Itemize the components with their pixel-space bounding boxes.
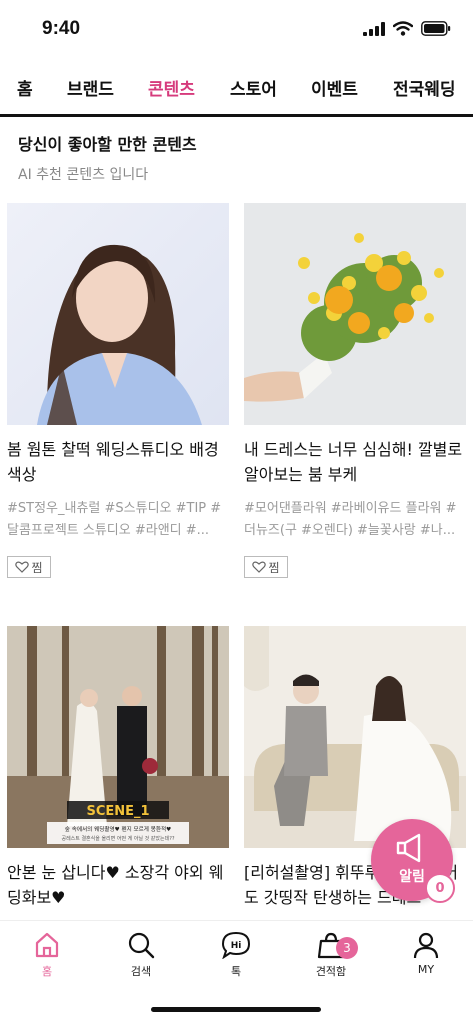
content-card[interactable]: 봄 웜톤 찰떡 웨딩스튜디오 배경 색상 #ST정우_내츄럴 #S스튜디오 #T… bbox=[7, 203, 229, 578]
quote-count-badge: 3 bbox=[336, 937, 358, 959]
card-tags: #모어댄플라워 #라베이유드 플라워 #더뉴즈(구 #오렌다) #늘꽃사랑 #나… bbox=[244, 501, 457, 538]
nav-talk[interactable]: Hi 톡 bbox=[201, 931, 271, 979]
tab-event[interactable]: 이벤트 bbox=[311, 75, 358, 100]
card-image-bouquet[interactable] bbox=[244, 203, 466, 425]
nav-search-label: 검색 bbox=[130, 965, 152, 978]
scene-caption-line-1: 숲 속에서의 웨딩촬영♥ 펜지 모르게 몽환적♥ bbox=[65, 825, 171, 833]
chat-icon-text: Hi bbox=[231, 941, 242, 951]
nav-talk-label: 톡 bbox=[230, 965, 242, 978]
category-tabs: 홈 브랜드 콘텐츠 스토어 이벤트 전국웨딩 bbox=[0, 60, 473, 117]
search-icon bbox=[128, 932, 155, 959]
card-tags: #ST정우_내츄럴 #S스튜디오 #TIP #달콤프로젝트 스튜디오 #라앤디 … bbox=[7, 501, 222, 538]
heart-icon bbox=[252, 561, 267, 573]
zzim-label: 찜 bbox=[31, 560, 43, 575]
tab-nationwide-wedding[interactable]: 전국웨딩 bbox=[393, 75, 456, 100]
card-image-outdoor-wedding[interactable]: SCENE_1 숲 속에서의 웨딩촬영♥ 펜지 모르게 몽환적♥ 공레스트 결혼… bbox=[7, 626, 229, 848]
card-image-rehearsal[interactable] bbox=[244, 626, 466, 848]
rehearsal-illustration bbox=[244, 626, 466, 848]
notification-badge: 0 bbox=[425, 873, 455, 903]
nav-search[interactable]: 검색 bbox=[106, 931, 176, 979]
card-title[interactable]: 내 드레스는 너무 심심해! 깔별로 알아보는 붐 부케 bbox=[244, 437, 466, 487]
scene-caption-line-2: 공레스트 결혼식을 올리면 어떤 게 아닐 것 같았는데?? bbox=[61, 835, 174, 842]
megaphone-icon bbox=[396, 833, 421, 863]
nav-quote-box[interactable]: 견적함 3 bbox=[296, 931, 366, 979]
section-title: 당신이 좋아할 만한 콘텐츠 bbox=[18, 135, 197, 154]
nav-my[interactable]: MY bbox=[391, 931, 461, 976]
zzim-label: 찜 bbox=[268, 560, 280, 575]
wifi-icon bbox=[393, 21, 413, 36]
nav-home-label: 홈 bbox=[41, 965, 53, 978]
card-title[interactable]: 안본 눈 삽니다♥ 소장각 야외 웨딩화보♥ bbox=[7, 860, 229, 910]
heart-icon bbox=[15, 561, 30, 573]
content-card[interactable]: 내 드레스는 너무 심심해! 깔별로 알아보는 붐 부케 #모어댄플라워 #라베… bbox=[244, 203, 466, 578]
status-time: 9:40 bbox=[42, 18, 81, 39]
bouquet-illustration bbox=[244, 203, 466, 425]
nav-quote-label: 견적함 bbox=[315, 965, 347, 978]
tab-brand[interactable]: 브랜드 bbox=[67, 75, 114, 100]
card-image-portrait[interactable] bbox=[7, 203, 229, 425]
status-icons bbox=[363, 21, 451, 36]
section-subtitle: AI 추천 콘텐츠 입니다 bbox=[18, 167, 149, 183]
chat-icon: Hi bbox=[221, 931, 251, 959]
nav-my-label: MY bbox=[417, 963, 435, 976]
tab-contents[interactable]: 콘텐츠 bbox=[148, 75, 195, 100]
card-title[interactable]: 봄 웜톤 찰떡 웨딩스튜디오 배경 색상 bbox=[7, 437, 229, 487]
signal-icon bbox=[363, 21, 385, 36]
tab-home[interactable]: 홈 bbox=[17, 75, 33, 100]
battery-icon bbox=[421, 21, 451, 36]
zzim-button[interactable]: 찜 bbox=[7, 556, 51, 578]
home-icon bbox=[35, 932, 59, 958]
tab-store[interactable]: 스토어 bbox=[230, 75, 277, 100]
forest-wedding-illustration: SCENE_1 숲 속에서의 웨딩촬영♥ 펜지 모르게 몽환적♥ 공레스트 결혼… bbox=[7, 626, 229, 848]
content-card[interactable]: SCENE_1 숲 속에서의 웨딩촬영♥ 펜지 모르게 몽환적♥ 공레스트 결혼… bbox=[7, 626, 229, 910]
person-icon bbox=[413, 932, 439, 959]
scene-label: SCENE_1 bbox=[86, 804, 149, 819]
nav-home[interactable]: 홈 bbox=[12, 931, 82, 979]
portrait-illustration bbox=[7, 203, 229, 425]
status-bar: 9:40 bbox=[0, 0, 473, 60]
home-indicator bbox=[151, 1007, 321, 1012]
zzim-button[interactable]: 찜 bbox=[244, 556, 288, 578]
